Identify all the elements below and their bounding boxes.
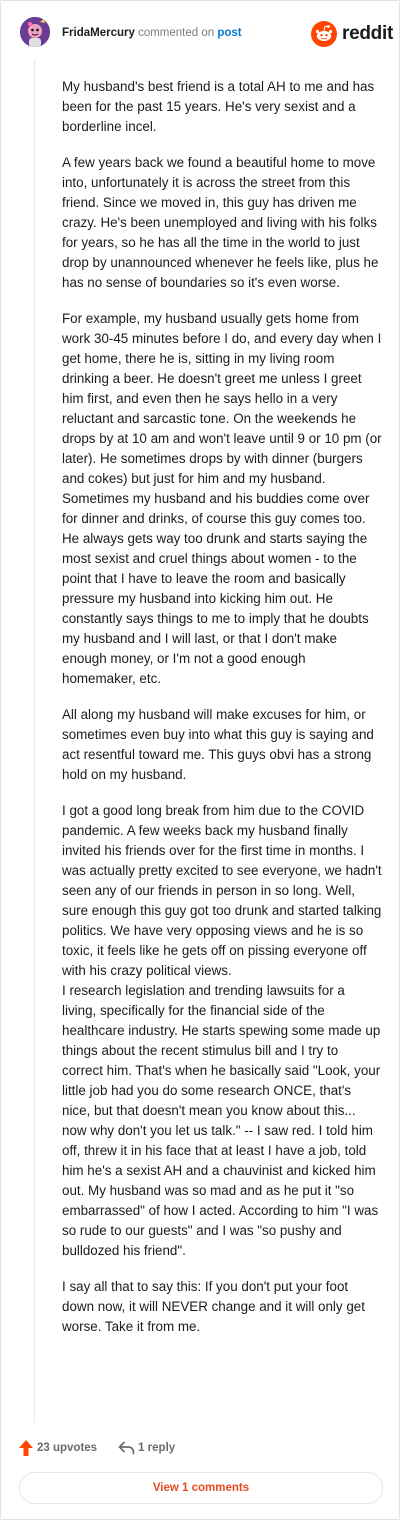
thread-line[interactable] [34, 59, 35, 1423]
reddit-logo-icon [311, 21, 337, 47]
commented-on-text: commented on [138, 27, 215, 39]
reply-arrow-icon [118, 1441, 135, 1455]
comment-actions: 23 upvotes 1 reply [19, 1438, 175, 1458]
reddit-brand[interactable]: reddit [311, 21, 393, 47]
reply-count: 1 reply [138, 1442, 176, 1454]
comment-paragraph: A few years back we found a beautiful ho… [62, 155, 379, 290]
upvote-count: 23 upvotes [37, 1442, 98, 1454]
upvote-arrow-icon [19, 1440, 33, 1456]
post-link[interactable]: post [217, 27, 241, 39]
comment-header: FridaMercury commented on post reddit [1, 1, 400, 63]
comment-paragraph: My husband's best friend is a total AH t… [62, 79, 375, 134]
comment-paragraph: All along my husband will make excuses f… [62, 707, 374, 782]
comment-paragraph: I got a good long break from him due to … [62, 803, 382, 1258]
comment-body: My husband's best friend is a total AH t… [62, 77, 382, 1353]
reddit-wordmark: reddit [342, 23, 393, 44]
comment-card: FridaMercury commented on post reddit My… [0, 0, 400, 1520]
comment-byline: FridaMercury commented on post [62, 26, 242, 40]
upvote-button[interactable]: 23 upvotes [19, 1440, 97, 1456]
comment-paragraph: I say all that to say this: If you don't… [62, 1279, 365, 1334]
comment-paragraph: For example, my husband usually gets hom… [62, 311, 382, 686]
avatar-icon[interactable] [20, 17, 50, 47]
username-link[interactable]: FridaMercury [62, 27, 135, 39]
view-comments-button[interactable]: View 1 comments [19, 1472, 383, 1504]
reply-button[interactable]: 1 reply [118, 1441, 175, 1455]
